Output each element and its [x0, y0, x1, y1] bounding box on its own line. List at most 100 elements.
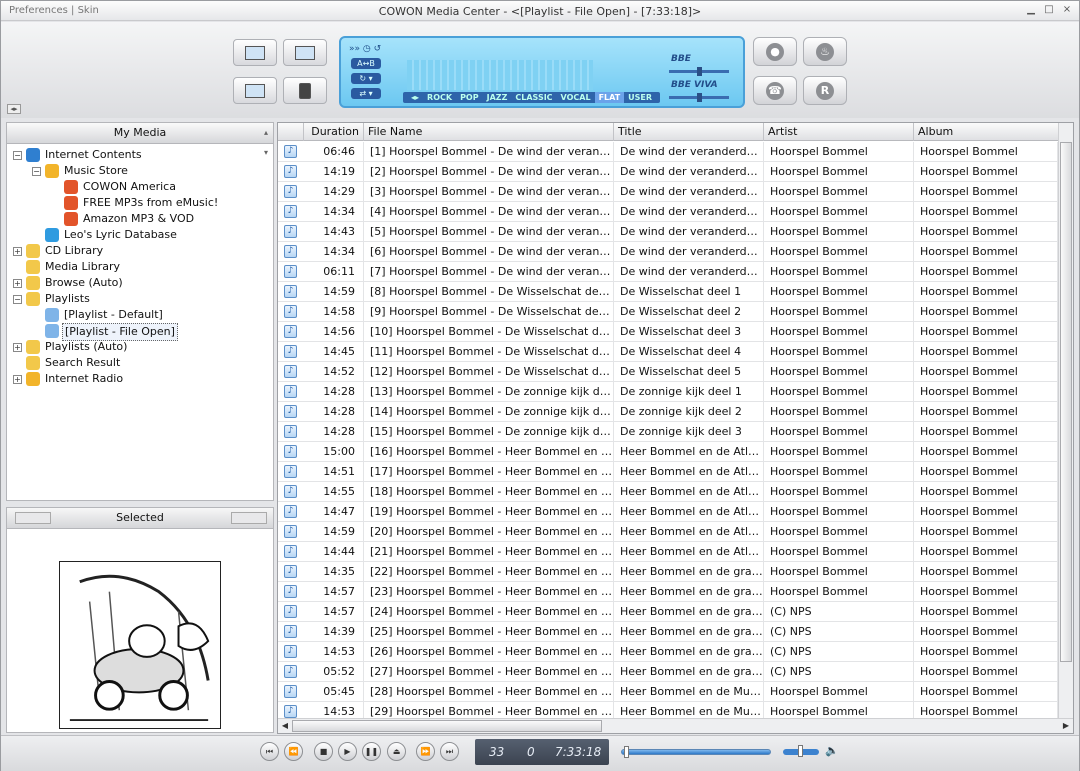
table-row[interactable]: ♪ 05:45 [28] Hoorspel Bommel - Heer Bommel…: [278, 682, 1058, 702]
table-row[interactable]: ♪ 14:58 [9] Hoorspel Bommel - De Wisselsch…: [278, 302, 1058, 322]
tree-node[interactable]: Leo's Lyric Database: [7, 227, 273, 243]
last-track-button[interactable]: ⏭: [440, 742, 459, 761]
column-title[interactable]: Title: [614, 123, 764, 141]
vertical-scrollbar[interactable]: [1058, 123, 1073, 719]
tree-node-label[interactable]: Internet Contents: [43, 147, 144, 163]
open-button[interactable]: ⏏: [387, 742, 406, 761]
horizontal-scroll-thumb[interactable]: [292, 720, 602, 732]
column-file-name[interactable]: File Name: [364, 123, 614, 141]
table-row[interactable]: ♪ 14:29 [3] Hoorspel Bommel - De wind der …: [278, 182, 1058, 202]
column-icon[interactable]: [278, 123, 304, 141]
scroll-left-icon[interactable]: ◀: [279, 720, 291, 732]
register-button[interactable]: R: [803, 76, 847, 105]
bbe-slider[interactable]: [669, 67, 729, 76]
table-row[interactable]: ♪ 14:45 [11] Hoorspel Bommel - De Wisselsc…: [278, 342, 1058, 362]
table-row[interactable]: ♪ 14:44 [21] Hoorspel Bommel - Heer Bommel…: [278, 542, 1058, 562]
tree-node-label[interactable]: FREE MP3s from eMusic!: [81, 195, 220, 211]
tree-node[interactable]: + Internet Radio: [7, 371, 273, 387]
horizontal-scrollbar[interactable]: ◀ ▶: [278, 718, 1073, 733]
eq-preset-jazz[interactable]: JAZZ: [483, 92, 512, 103]
table-row[interactable]: ♪ 14:53 [26] Hoorspel Bommel - Heer Bommel…: [278, 642, 1058, 662]
seek-handle[interactable]: [624, 746, 629, 758]
tree-node-label[interactable]: CD Library: [43, 243, 105, 259]
tree-node[interactable]: + Browse (Auto): [7, 275, 273, 291]
view-desktop-button[interactable]: [233, 77, 277, 104]
table-row[interactable]: ♪ 14:57 [23] Hoorspel Bommel - Heer Bommel…: [278, 582, 1058, 602]
eq-preset-flat[interactable]: FLAT: [594, 92, 625, 103]
burn-button[interactable]: ♨: [803, 37, 847, 66]
tree-node[interactable]: + Playlists (Auto): [7, 339, 273, 355]
table-row[interactable]: ♪ 14:28 [13] Hoorspel Bommel - De zonnige …: [278, 382, 1058, 402]
fast-forward-button[interactable]: ⏩: [416, 742, 435, 761]
table-row[interactable]: ♪ 06:11 [7] Hoorspel Bommel - De wind der …: [278, 262, 1058, 282]
options-toggle-icon[interactable]: [231, 512, 267, 524]
play-button[interactable]: ▶: [338, 742, 357, 761]
seek-bar[interactable]: [621, 746, 771, 758]
stop-button[interactable]: ■: [314, 742, 333, 761]
tree-node[interactable]: − Playlists: [7, 291, 273, 307]
bbe-slider-handle[interactable]: [697, 67, 702, 76]
expand-icon[interactable]: +: [13, 343, 22, 352]
scroll-right-icon[interactable]: ▶: [1060, 720, 1072, 732]
column-album[interactable]: Album: [914, 123, 1057, 141]
device-button[interactable]: [283, 77, 327, 104]
column-artist[interactable]: Artist: [764, 123, 914, 141]
record-button[interactable]: ●: [753, 37, 797, 66]
volume-handle[interactable]: [798, 745, 803, 757]
tree-node-label[interactable]: Media Library: [43, 259, 122, 275]
speaker-icon[interactable]: 🔈: [825, 744, 839, 758]
table-row[interactable]: ♪ 14:59 [8] Hoorspel Bommel - De Wisselsch…: [278, 282, 1058, 302]
tree-node-label[interactable]: COWON America: [81, 179, 178, 195]
table-row[interactable]: ♪ 14:43 [5] Hoorspel Bommel - De wind der …: [278, 222, 1058, 242]
view-monitor-button[interactable]: [283, 39, 327, 66]
tree-node[interactable]: − Internet Contents: [7, 147, 273, 163]
tree-node-label[interactable]: Amazon MP3 & VOD: [81, 211, 196, 227]
tree-node[interactable]: − Music Store: [7, 163, 273, 179]
tree-node[interactable]: [Playlist - File Open]: [7, 323, 273, 341]
tree-node-label[interactable]: Internet Radio: [43, 371, 125, 387]
tree-node[interactable]: [Playlist - Default]: [7, 307, 273, 323]
eq-preset-classic[interactable]: CLASSIC: [511, 92, 556, 103]
table-row[interactable]: ♪ 14:57 [24] Hoorspel Bommel - Heer Bommel…: [278, 602, 1058, 622]
repeat-icon[interactable]: ↻ ▾: [351, 73, 381, 84]
minimize-icon[interactable]: ▁: [1025, 4, 1037, 16]
table-row[interactable]: ♪ 14:47 [19] Hoorspel Bommel - Heer Bommel…: [278, 502, 1058, 522]
tree-node[interactable]: Amazon MP3 & VOD: [7, 211, 273, 227]
table-row[interactable]: ♪ 14:59 [20] Hoorspel Bommel - Heer Bommel…: [278, 522, 1058, 542]
eq-preset-user[interactable]: USER: [624, 92, 656, 103]
tree-node-label[interactable]: Browse (Auto): [43, 275, 125, 291]
tree-node-label[interactable]: [Playlist - Default]: [62, 307, 165, 323]
expand-icon[interactable]: +: [13, 247, 22, 256]
collapse-icon[interactable]: −: [32, 167, 41, 176]
table-row[interactable]: ♪ 14:39 [25] Hoorspel Bommel - Heer Bommel…: [278, 622, 1058, 642]
shuffle-icon[interactable]: ⇄ ▾: [351, 88, 381, 99]
phone-button[interactable]: ☎: [753, 76, 797, 105]
table-row[interactable]: ♪ 14:34 [6] Hoorspel Bommel - De wind der …: [278, 242, 1058, 262]
tree-node-label[interactable]: Search Result: [43, 355, 122, 371]
table-row[interactable]: ♪ 14:56 [10] Hoorspel Bommel - De Wisselsc…: [278, 322, 1058, 342]
tree-node[interactable]: COWON America: [7, 179, 273, 195]
table-row[interactable]: ♪ 14:55 [18] Hoorspel Bommel - Heer Bommel…: [278, 482, 1058, 502]
pause-button[interactable]: ❚❚: [362, 742, 381, 761]
tree-node[interactable]: FREE MP3s from eMusic!: [7, 195, 273, 211]
table-row[interactable]: ♪ 14:53 [29] Hoorspel Bommel - Heer Bommel…: [278, 702, 1058, 718]
tree-node[interactable]: Search Result: [7, 355, 273, 371]
collapse-icon[interactable]: −: [13, 295, 22, 304]
table-row[interactable]: ♪ 14:52 [12] Hoorspel Bommel - De Wisselsc…: [278, 362, 1058, 382]
eq-preset-rock[interactable]: ROCK: [423, 92, 456, 103]
table-row[interactable]: ♪ 06:46 [1] Hoorspel Bommel - De wind der …: [278, 142, 1058, 162]
ab-repeat-button[interactable]: A↔B: [351, 58, 381, 69]
table-row[interactable]: ♪ 14:28 [15] Hoorspel Bommel - De zonnige …: [278, 422, 1058, 442]
view-toggle-icon[interactable]: [15, 512, 51, 524]
table-row[interactable]: ♪ 14:19 [2] Hoorspel Bommel - De wind der …: [278, 162, 1058, 182]
eq-preset-pop[interactable]: POP: [456, 92, 483, 103]
tree-node-label[interactable]: Playlists (Auto): [43, 339, 129, 355]
tree-node-label[interactable]: Music Store: [62, 163, 130, 179]
view-list-button[interactable]: [233, 39, 277, 66]
close-icon[interactable]: ×: [1061, 4, 1073, 16]
expand-icon[interactable]: +: [13, 279, 22, 288]
table-row[interactable]: ♪ 14:35 [22] Hoorspel Bommel - Heer Bommel…: [278, 562, 1058, 582]
collapse-toggle[interactable]: ◂▸: [7, 104, 21, 114]
first-track-button[interactable]: ⏮: [260, 742, 279, 761]
tree-node-label[interactable]: Leo's Lyric Database: [62, 227, 179, 243]
